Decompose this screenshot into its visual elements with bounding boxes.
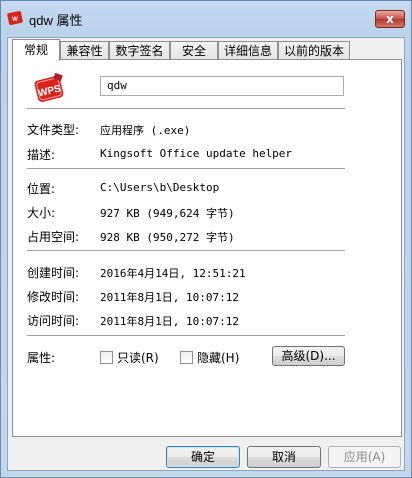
cancel-button[interactable]: 取消 bbox=[247, 446, 321, 468]
window-title: qdw 属性 bbox=[29, 13, 83, 28]
attributes-label: 属性: bbox=[27, 351, 56, 365]
close-button[interactable]: x bbox=[375, 10, 405, 28]
checkbox-box[interactable] bbox=[100, 351, 113, 364]
ok-button[interactable]: 确定 bbox=[166, 446, 240, 468]
readonly-checkbox-label[interactable]: 只读(R) bbox=[117, 349, 159, 366]
location-label: 位置: bbox=[27, 182, 56, 196]
wps-file-icon: WPS bbox=[34, 72, 64, 102]
accessed-label: 访问时间: bbox=[27, 314, 80, 328]
file-type-label: 文件类型: bbox=[27, 123, 80, 137]
tab-compatibility[interactable]: 兼容性 bbox=[60, 41, 109, 60]
size-value: 927 KB (949,624 字节) bbox=[100, 207, 235, 220]
tab-details[interactable]: 详细信息 bbox=[218, 41, 278, 60]
checkbox-box[interactable] bbox=[180, 351, 193, 364]
modified-label: 修改时间: bbox=[27, 290, 80, 304]
tab-general[interactable]: 常规 bbox=[12, 39, 60, 61]
separator bbox=[27, 250, 345, 252]
tab-previous-versions[interactable]: 以前的版本 bbox=[278, 41, 350, 60]
description-value: Kingsoft Office update helper bbox=[100, 147, 293, 160]
properties-window: W qdw 属性 x 常规 兼容性 数字签名 安全 详细信息 以前的版本 WPS… bbox=[0, 0, 412, 478]
separator bbox=[27, 168, 345, 170]
tab-strip: 常规 兼容性 数字签名 安全 详细信息 以前的版本 bbox=[12, 39, 402, 61]
accessed-value: 2011年8月1日, 10:07:12 bbox=[100, 315, 239, 328]
apply-button[interactable]: 应用(A) bbox=[328, 446, 401, 468]
modified-value: 2011年8月1日, 10:07:12 bbox=[100, 291, 239, 304]
location-value: C:\Users\b\Desktop bbox=[100, 181, 220, 194]
tab-digital-signatures[interactable]: 数字签名 bbox=[109, 41, 170, 60]
title-bar[interactable]: W qdw 属性 x bbox=[1, 1, 411, 35]
tab-security[interactable]: 安全 bbox=[170, 41, 218, 60]
created-value: 2016年4月14日, 12:51:21 bbox=[100, 267, 246, 280]
advanced-button[interactable]: 高级(D)... bbox=[272, 346, 345, 366]
wps-app-icon: W bbox=[7, 11, 23, 25]
file-type-value: 应用程序 (.exe) bbox=[100, 124, 191, 137]
separator bbox=[27, 108, 345, 110]
created-label: 创建时间: bbox=[27, 266, 80, 280]
size-label: 大小: bbox=[27, 206, 56, 220]
disk-size-label: 占用空间: bbox=[27, 230, 80, 244]
file-name-input[interactable]: qdw bbox=[100, 76, 344, 96]
hidden-checkbox-label[interactable]: 隐藏(H) bbox=[197, 349, 239, 366]
disk-size-value: 928 KB (950,272 字节) bbox=[100, 231, 235, 244]
general-tab-panel: WPS qdw 文件类型: 应用程序 (.exe) 描述: Kingsoft O… bbox=[12, 59, 402, 437]
description-label: 描述: bbox=[27, 148, 56, 162]
separator bbox=[27, 335, 345, 337]
svg-text:W: W bbox=[12, 17, 18, 23]
dialog-client-area: 常规 兼容性 数字签名 安全 详细信息 以前的版本 WPS qdw 文件类型: … bbox=[7, 37, 405, 471]
